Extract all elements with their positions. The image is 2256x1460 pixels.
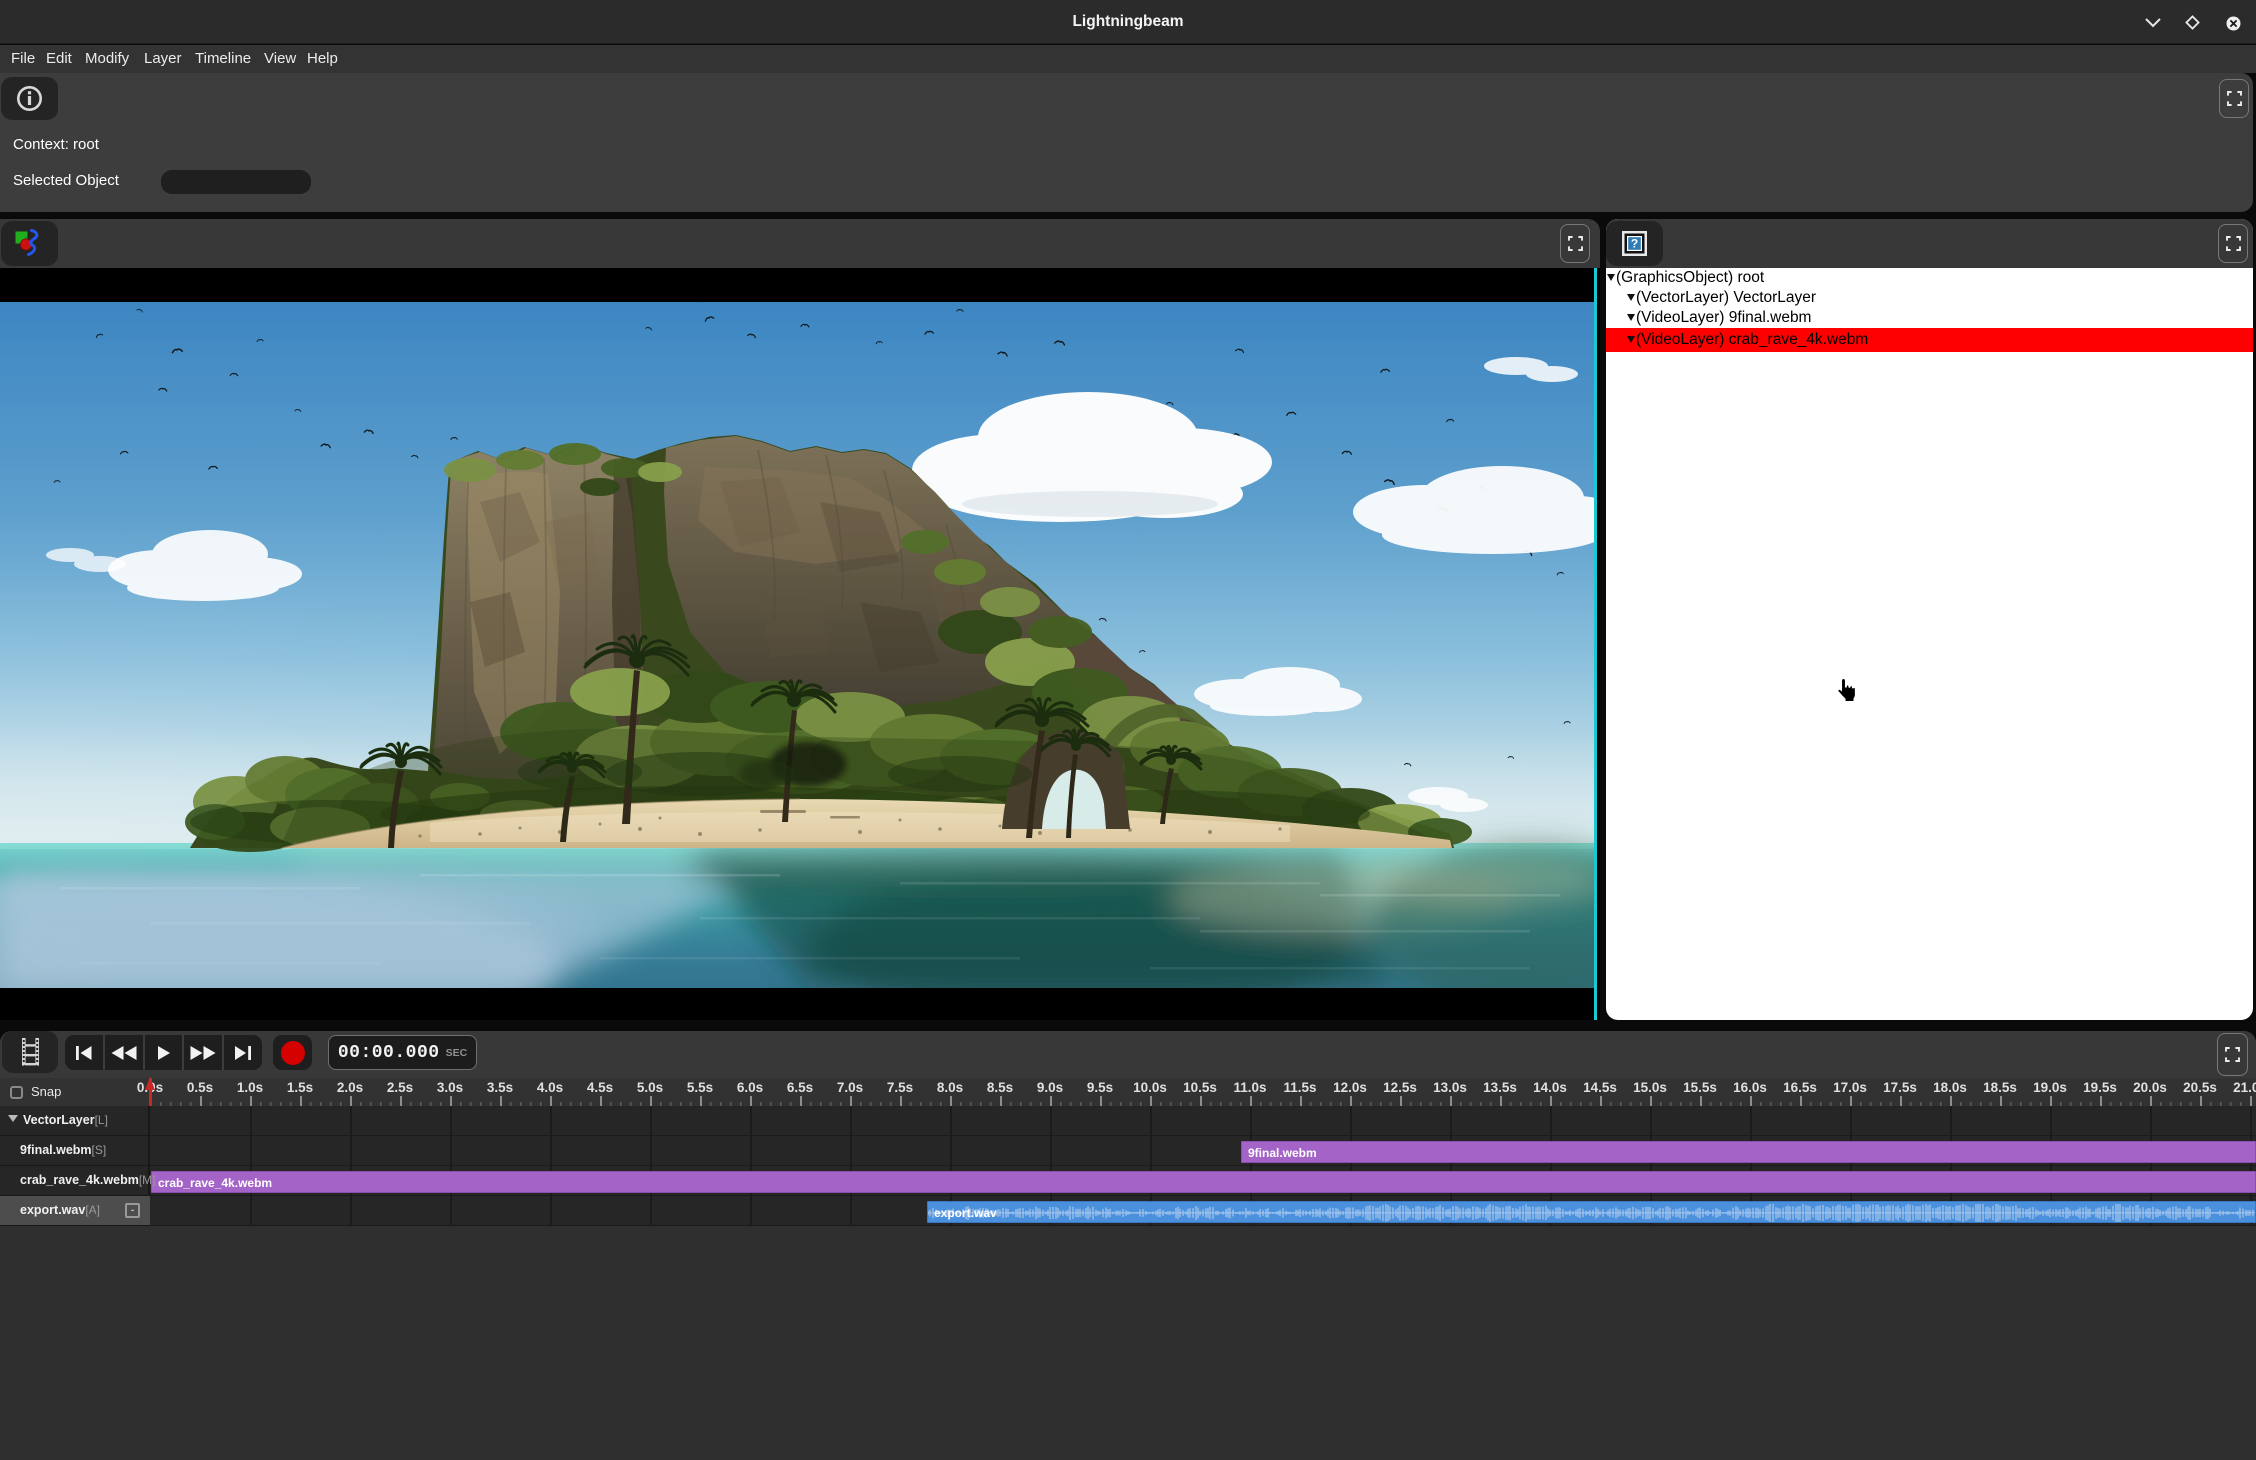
svg-text:?: ? <box>1631 237 1638 251</box>
